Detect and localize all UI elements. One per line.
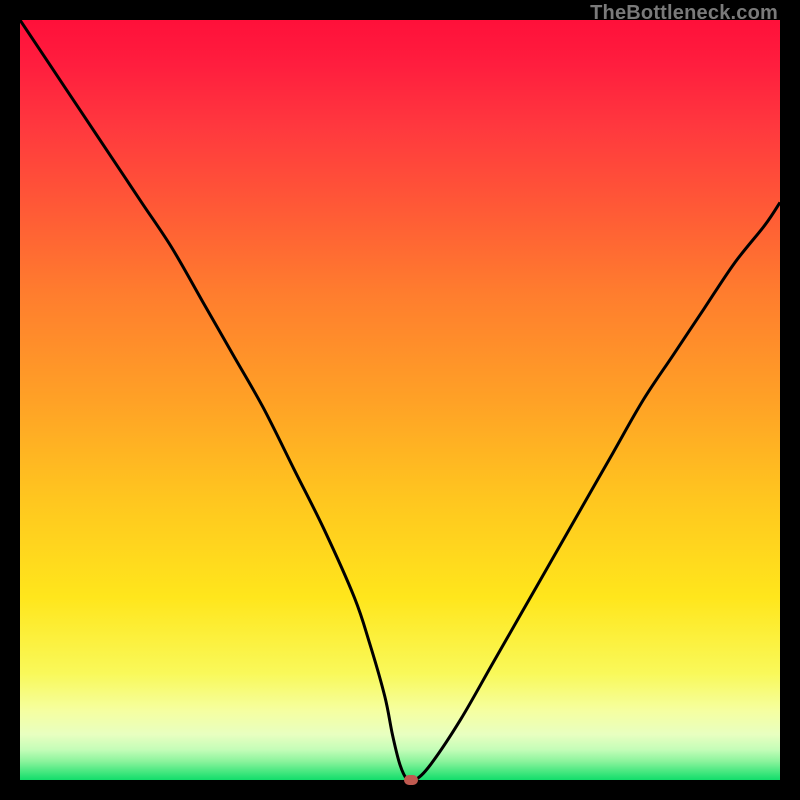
chart-frame: TheBottleneck.com [0,0,800,800]
bottleneck-curve [20,20,780,780]
min-marker [404,775,418,785]
curve-path [20,20,780,780]
plot-area [20,20,780,780]
